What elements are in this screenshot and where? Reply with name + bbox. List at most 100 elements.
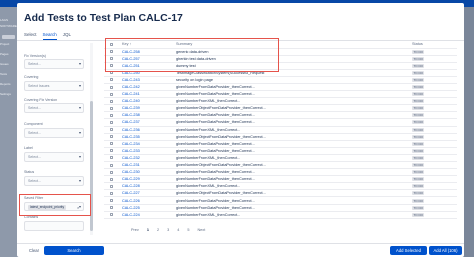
test-key-link[interactable]: CALC-242 bbox=[120, 83, 174, 92]
row-checkbox[interactable] bbox=[104, 204, 120, 212]
table-row[interactable]: CALC-243 security on login page TO DO bbox=[104, 76, 457, 84]
page-3[interactable]: 3 bbox=[167, 226, 169, 234]
status-cell: TO DO bbox=[410, 182, 457, 191]
fix-version-value: Select... bbox=[28, 62, 41, 66]
test-key-link[interactable]: CALC-231 bbox=[120, 161, 174, 170]
column-header-status[interactable]: Status bbox=[410, 41, 457, 49]
row-checkbox[interactable] bbox=[104, 182, 120, 191]
table-row[interactable]: CALC-229 givenNumberFromDataProvider_then… bbox=[104, 175, 457, 184]
test-key-link[interactable]: CALC-236 bbox=[120, 126, 174, 134]
page-5[interactable]: 5 bbox=[187, 226, 189, 234]
chevron-down-icon: ▾ bbox=[78, 130, 81, 135]
sidebar-text: SOFTWARE bbox=[0, 25, 17, 28]
table-row[interactable]: CALC-234 givenNumberFromDataProvider_then… bbox=[104, 140, 457, 148]
row-checkbox[interactable] bbox=[104, 133, 120, 141]
row-checkbox[interactable] bbox=[104, 168, 120, 177]
test-key-link[interactable]: CALC-225 bbox=[120, 204, 174, 212]
test-key-link[interactable]: CALC-233 bbox=[120, 147, 174, 155]
table-row[interactable]: CALC-226 givenNumberFromDataProvider_then… bbox=[104, 196, 457, 205]
tab-select[interactable]: Select bbox=[24, 31, 37, 40]
component-select[interactable]: Select... ▾ bbox=[24, 128, 84, 138]
table-row[interactable]: CALC-227 givenNumberObjectFromDataProvide… bbox=[104, 189, 457, 198]
fix-version-select[interactable]: Select... ▾ bbox=[24, 59, 84, 69]
test-key-link[interactable]: CALC-239 bbox=[120, 104, 174, 113]
row-checkbox[interactable] bbox=[104, 175, 120, 184]
test-key-link[interactable]: CALC-232 bbox=[120, 154, 174, 163]
status-badge: TO DO bbox=[412, 141, 425, 146]
status-badge: TO DO bbox=[412, 155, 425, 160]
test-key-link[interactable]: CALC-238 bbox=[120, 111, 174, 120]
status-badge: TO DO bbox=[412, 113, 425, 118]
test-key-link[interactable]: CALC-224 bbox=[120, 211, 174, 219]
page-4[interactable]: 4 bbox=[177, 226, 179, 234]
table-row[interactable]: CALC-232 givenNumberFromXML_thenCorrect..… bbox=[104, 154, 457, 163]
page-1[interactable]: 1 bbox=[147, 226, 149, 234]
row-checkbox[interactable] bbox=[104, 111, 120, 120]
pagination-prev[interactable]: Prev bbox=[131, 226, 139, 234]
tab-jql[interactable]: JQL bbox=[63, 31, 71, 40]
test-key-link[interactable]: CALC-235 bbox=[120, 133, 174, 141]
test-key-link[interactable]: CALC-237 bbox=[120, 118, 174, 127]
row-checkbox[interactable] bbox=[104, 97, 120, 106]
status-cell: TO DO bbox=[410, 168, 457, 177]
clear-button[interactable]: Clear bbox=[24, 246, 44, 255]
test-key-link[interactable]: CALC-229 bbox=[120, 175, 174, 184]
add-tests-dialog: Add Tests to Test Plan CALC-17 Select Se… bbox=[17, 3, 464, 257]
label-select[interactable]: Select... ▾ bbox=[24, 152, 84, 162]
test-key-link[interactable]: CALC-240 bbox=[120, 97, 174, 106]
table-row[interactable]: CALC-225 givenNumberFromDataProvider_then… bbox=[104, 204, 457, 212]
table-row[interactable]: CALC-231 givenNumberObjectFromDataProvide… bbox=[104, 161, 457, 170]
filter-label-component: Component bbox=[24, 122, 43, 126]
row-checkbox[interactable] bbox=[104, 126, 120, 134]
add-all-button[interactable]: Add All (106) bbox=[429, 246, 462, 255]
test-key-link[interactable]: CALC-230 bbox=[120, 168, 174, 177]
table-row[interactable]: CALC-224 givenNumberFromXML_thenCorrect..… bbox=[104, 211, 457, 219]
test-summary: givenNumberFromDataProvider_thenCorrect.… bbox=[174, 83, 410, 92]
test-key-link[interactable]: CALC-243 bbox=[120, 76, 174, 84]
tab-search[interactable]: Search bbox=[42, 31, 57, 40]
table-row[interactable]: CALC-228 givenNumberFromXML_thenCorrect..… bbox=[104, 182, 457, 191]
row-checkbox[interactable] bbox=[104, 147, 120, 155]
test-key-link[interactable]: CALC-241 bbox=[120, 90, 174, 99]
status-badge: TO DO bbox=[412, 63, 425, 68]
test-key-link[interactable]: CALC-226 bbox=[120, 196, 174, 205]
filter-label-status: Status bbox=[24, 170, 35, 174]
covering-select[interactable]: Select Issues ▾ bbox=[24, 81, 84, 91]
status-badge: TO DO bbox=[412, 127, 425, 132]
row-checkbox[interactable] bbox=[104, 90, 120, 99]
search-button[interactable]: Search bbox=[44, 246, 104, 255]
row-checkbox[interactable] bbox=[104, 104, 120, 113]
row-checkbox[interactable] bbox=[104, 211, 120, 219]
row-checkbox[interactable] bbox=[104, 118, 120, 127]
row-checkbox[interactable] bbox=[104, 140, 120, 148]
test-summary: givenNumberFromDataProvider_thenCorrect.… bbox=[174, 168, 410, 177]
test-key-link[interactable]: CALC-228 bbox=[120, 182, 174, 191]
test-summary: givenNumberFromDataProvider_thenCorrect.… bbox=[174, 175, 410, 184]
table-row[interactable]: CALC-242 givenNumberFromDataProvider_then… bbox=[104, 83, 457, 92]
add-selected-button[interactable]: Add Selected bbox=[390, 246, 427, 255]
contains-input[interactable] bbox=[24, 221, 84, 231]
row-checkbox[interactable] bbox=[104, 76, 120, 84]
row-checkbox[interactable] bbox=[104, 154, 120, 163]
table-row[interactable]: CALC-238 givenNumberFromDataProvider_then… bbox=[104, 111, 457, 120]
table-row[interactable]: CALC-239 givenNumberObjectFromDataProvide… bbox=[104, 104, 457, 113]
status-select[interactable]: Select... ▾ bbox=[24, 176, 84, 186]
table-row[interactable]: CALC-236 givenNumberFromXML_thenCorrect..… bbox=[104, 126, 457, 134]
table-row[interactable]: CALC-235 givenNumberObjectFromDataProvide… bbox=[104, 133, 457, 141]
test-key-link[interactable]: CALC-234 bbox=[120, 140, 174, 148]
test-summary: givenNumberObjectFromDataProvider_thenCo… bbox=[174, 161, 410, 170]
table-row[interactable]: CALC-233 givenNumberFromDataProvider_then… bbox=[104, 147, 457, 155]
row-checkbox[interactable] bbox=[104, 161, 120, 170]
table-row[interactable]: CALC-240 givenNumberFromXML_thenCorrect..… bbox=[104, 97, 457, 106]
pagination-next[interactable]: Next bbox=[197, 226, 205, 234]
row-checkbox[interactable] bbox=[104, 196, 120, 205]
test-key-link[interactable]: CALC-227 bbox=[120, 189, 174, 198]
table-row[interactable]: CALC-230 givenNumberFromDataProvider_then… bbox=[104, 168, 457, 177]
table-row[interactable]: CALC-241 givenNumberFromDataProvider_then… bbox=[104, 90, 457, 99]
row-checkbox[interactable] bbox=[104, 83, 120, 92]
test-summary: givenNumberFromXML_thenCorrect... bbox=[174, 182, 410, 191]
page-2[interactable]: 2 bbox=[157, 226, 159, 234]
table-row[interactable]: CALC-237 givenNumberFromDataProvider_then… bbox=[104, 118, 457, 127]
covering-fix-version-select[interactable]: Select... ▾ bbox=[24, 103, 84, 113]
row-checkbox[interactable] bbox=[104, 189, 120, 198]
